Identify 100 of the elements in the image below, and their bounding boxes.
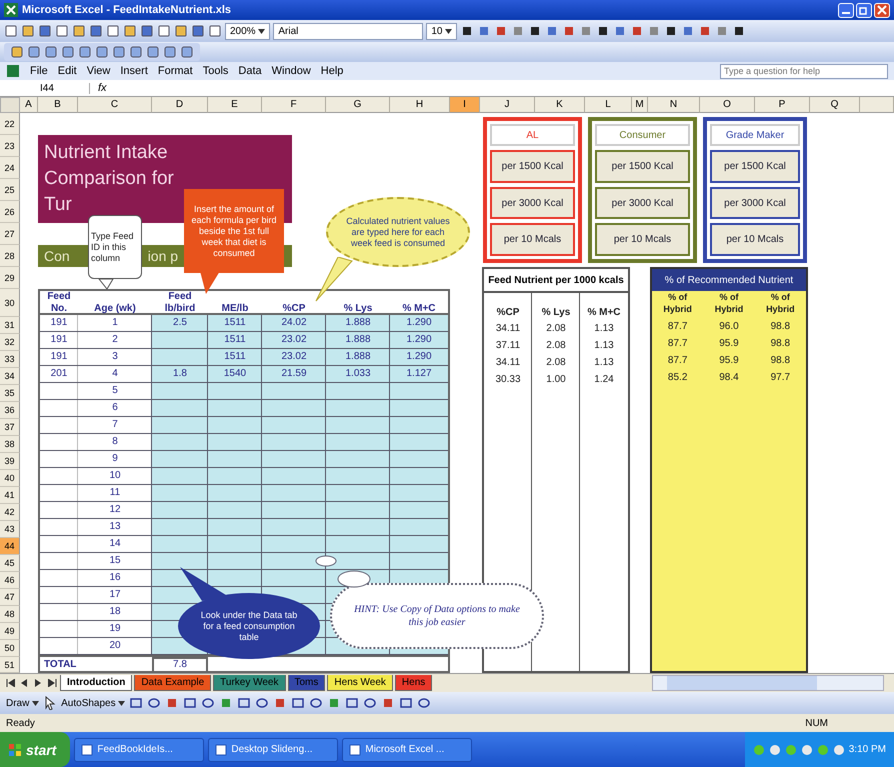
sheet-tab[interactable]: Turkey Week: [213, 675, 286, 691]
column-header[interactable]: F: [262, 97, 326, 113]
start-button[interactable]: start: [0, 732, 70, 767]
taskbar-button[interactable]: Microsoft Excel ...: [342, 738, 472, 762]
table-cell-text: 6: [111, 401, 119, 415]
macro-button[interactable]: per 10 Mcals: [595, 223, 690, 256]
row-header[interactable]: 40: [0, 470, 20, 487]
table-cell-text: 24.02: [280, 316, 308, 330]
row-header[interactable]: 32: [0, 334, 20, 351]
row-header[interactable]: 23: [0, 135, 20, 157]
column-header[interactable]: H: [390, 97, 450, 113]
callout-text: Insert the amount of each formula per bird beside the 1st full week that diet is consumed: [190, 202, 278, 260]
row-header[interactable]: 45: [0, 555, 20, 572]
macro-button[interactable]: per 10 Mcals: [710, 223, 800, 256]
row-header[interactable]: 49: [0, 623, 20, 640]
group-header-button[interactable]: Grade Maker: [710, 124, 800, 146]
row-header[interactable]: 24: [0, 157, 20, 179]
column-header[interactable]: L: [585, 97, 632, 113]
column-header[interactable]: Q: [810, 97, 860, 113]
macro-button[interactable]: per 3000 Kcal: [490, 186, 575, 220]
help-search-field[interactable]: Type a question for help: [720, 64, 888, 78]
menu-item[interactable]: Data: [238, 65, 262, 77]
row-header[interactable]: 26: [0, 201, 20, 223]
row-header[interactable]: 34: [0, 368, 20, 385]
macro-button[interactable]: per 1500 Kcal: [490, 150, 575, 183]
taskbar-button[interactable]: Desktop Slideng...: [208, 738, 338, 762]
menu-item[interactable]: File: [30, 65, 48, 77]
column-header[interactable]: J: [480, 97, 535, 113]
macro-button[interactable]: per 3000 Kcal: [595, 186, 690, 220]
column-header[interactable]: K: [535, 97, 585, 113]
column-header[interactable]: M: [632, 97, 648, 113]
name-box[interactable]: I44: [0, 82, 90, 94]
table-cell-text: 191: [50, 333, 68, 347]
macro-button[interactable]: per 10 Mcals: [490, 223, 575, 256]
column-header[interactable]: E: [208, 97, 262, 113]
row-header[interactable]: 48: [0, 606, 20, 623]
row-header[interactable]: 35: [0, 385, 20, 402]
row-header[interactable]: 41: [0, 487, 20, 504]
column-header[interactable]: C: [78, 97, 152, 113]
sheet-tab[interactable]: Introduction: [60, 675, 132, 691]
draw-menu-button[interactable]: Draw: [6, 698, 40, 708]
table-cell-text: 1.290: [405, 350, 433, 364]
table-cell-text: 98.8: [770, 320, 792, 334]
menu-item[interactable]: Window: [272, 65, 311, 77]
menu-item[interactable]: Edit: [58, 65, 77, 77]
column-header[interactable]: G: [326, 97, 390, 113]
group-header-button[interactable]: Consumer: [595, 124, 690, 146]
macro-button[interactable]: per 1500 Kcal: [595, 150, 690, 183]
row-header[interactable]: 50: [0, 640, 20, 657]
macro-button[interactable]: per 3000 Kcal: [710, 186, 800, 220]
row-header[interactable]: 22: [0, 113, 20, 135]
row-header[interactable]: 46: [0, 572, 20, 589]
column-header[interactable]: P: [755, 97, 810, 113]
row-header[interactable]: 38: [0, 436, 20, 453]
font-dropdown[interactable]: Arial: [273, 22, 424, 40]
column-heading: Feed No.: [46, 291, 72, 315]
menu-item[interactable]: Help: [320, 65, 344, 77]
sheet-tab[interactable]: Hens: [394, 675, 432, 691]
row-header[interactable]: 39: [0, 453, 20, 470]
column-header[interactable]: D: [152, 97, 208, 113]
autoshapes-menu-button[interactable]: AutoShapes: [61, 698, 126, 708]
column-header[interactable]: B: [38, 97, 78, 113]
column-header[interactable]: I: [450, 97, 480, 113]
row-header[interactable]: 31: [0, 317, 20, 334]
menu-item[interactable]: Tools: [202, 65, 228, 77]
row-header[interactable]: 47: [0, 589, 20, 606]
table-cell-text: 23.02: [280, 350, 308, 364]
sheet-tab[interactable]: Hens Week: [327, 675, 393, 691]
row-header[interactable]: 25: [0, 179, 20, 201]
macro-button[interactable]: per 1500 Kcal: [710, 150, 800, 183]
column-header[interactable]: N: [648, 97, 700, 113]
column-heading: % M+C: [586, 306, 622, 320]
row-header[interactable]: 37: [0, 419, 20, 436]
sheet-tab[interactable]: Data Example: [134, 675, 212, 691]
row-header[interactable]: 44: [0, 538, 20, 555]
row-header[interactable]: 36: [0, 402, 20, 419]
row-header[interactable]: 27: [0, 223, 20, 245]
zoom-dropdown[interactable]: 200%: [225, 22, 270, 40]
menu-item[interactable]: View: [86, 65, 110, 77]
menu-item[interactable]: Insert: [120, 65, 148, 77]
taskbar-button[interactable]: FeedBookIdeIs...: [74, 738, 204, 762]
row-header[interactable]: 30: [0, 289, 20, 317]
callout-text: Calculated nutrient values are typed here for each week feed is consumed: [345, 216, 451, 248]
table-title: % of Recommended Nutrient: [652, 269, 806, 291]
row-header[interactable]: 29: [0, 267, 20, 289]
column-header[interactable]: A: [20, 97, 38, 113]
row-header[interactable]: 28: [0, 245, 20, 267]
column-header[interactable]: O: [700, 97, 755, 113]
font-size-dropdown[interactable]: 10: [426, 22, 458, 40]
table-cell-text: 1511: [223, 333, 247, 347]
row-header[interactable]: 42: [0, 504, 20, 521]
clock: 3:10 PM: [848, 744, 886, 755]
table-cell-text: 9: [111, 452, 119, 466]
group-header-button[interactable]: AL: [490, 124, 575, 146]
row-header[interactable]: 51: [0, 657, 20, 673]
row-header[interactable]: 43: [0, 521, 20, 538]
menu-item[interactable]: Format: [158, 65, 193, 77]
row-header[interactable]: 33: [0, 351, 20, 368]
table-cell-text: 1540: [222, 367, 248, 381]
insert-function-button[interactable]: fx: [90, 82, 115, 94]
